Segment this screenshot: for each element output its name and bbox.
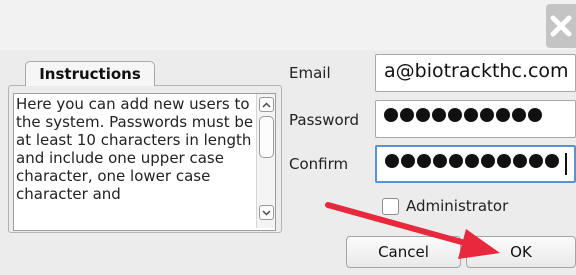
annotation-arrow <box>325 202 500 259</box>
